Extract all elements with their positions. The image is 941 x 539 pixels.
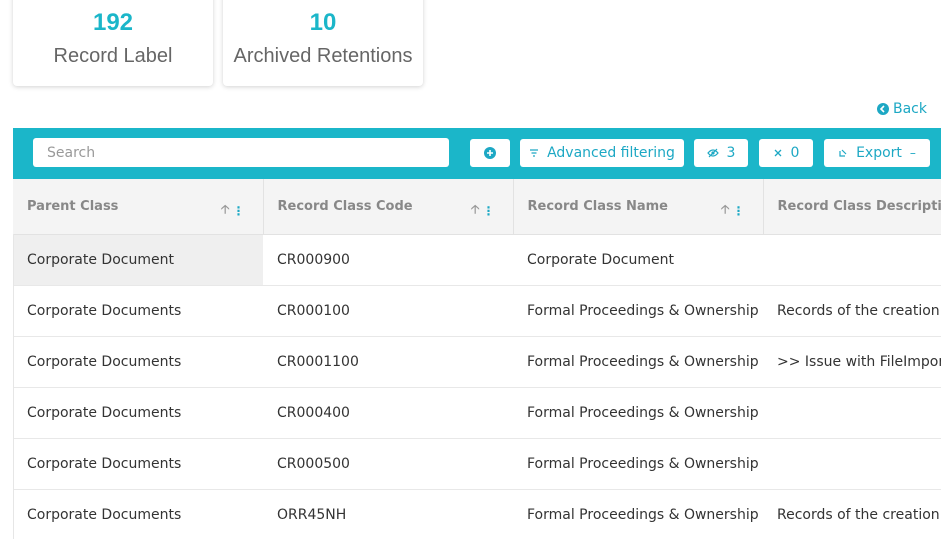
sort-arrow-icon: 🡡 <box>721 200 730 221</box>
cell-record-class-code: CR000400 <box>263 388 513 439</box>
column-header-record-class-name[interactable]: Record Class Name 🡡⋮ <box>513 179 763 235</box>
record-label-title: Record Label <box>13 45 213 68</box>
cell-parent-class: Corporate Documents <box>13 388 263 439</box>
sort-menu[interactable]: 🡡⋮ <box>471 200 495 221</box>
add-button[interactable] <box>470 139 510 167</box>
export-button[interactable]: Export – <box>824 139 930 167</box>
sort-menu[interactable]: 🡡⋮ <box>721 200 745 221</box>
table-row[interactable]: Corporate Documents CR0001100 Formal Pro… <box>13 337 941 388</box>
pin-icon <box>773 148 783 158</box>
cell-record-class-name: Formal Proceedings & Ownership <box>513 337 763 388</box>
cell-record-class-description: Records of the creation a <box>763 490 941 539</box>
column-menu-icon: ⋮ <box>233 204 245 218</box>
back-arrow-icon <box>877 103 889 115</box>
cell-record-class-name: Formal Proceedings & Ownership <box>513 439 763 490</box>
cell-record-class-description: Records of the creation a <box>763 286 941 337</box>
search-input[interactable] <box>33 138 449 167</box>
cell-record-class-name: Formal Proceedings & Ownership <box>513 490 763 539</box>
back-link[interactable]: Back <box>877 101 927 117</box>
column-header-parent-class[interactable]: Parent Class 🡡⋮ <box>13 179 263 235</box>
export-label: Export <box>856 145 902 161</box>
hidden-columns-button[interactable]: 3 <box>694 139 748 167</box>
back-label: Back <box>893 101 927 117</box>
pinned-columns-button[interactable]: 0 <box>759 139 813 167</box>
cell-record-class-name: Formal Proceedings & Ownership <box>513 286 763 337</box>
table-row[interactable]: Corporate Documents CR000100 Formal Proc… <box>13 286 941 337</box>
advanced-filtering-button[interactable]: Advanced filtering <box>520 139 684 167</box>
hidden-columns-count: 3 <box>727 145 736 161</box>
sort-arrow-icon: 🡡 <box>471 200 480 221</box>
archived-retentions-count: 10 <box>223 9 423 37</box>
archived-retentions-card[interactable]: 10 Archived Retentions <box>223 0 423 86</box>
export-icon <box>838 148 848 158</box>
cell-record-class-code: CR000900 <box>263 235 513 286</box>
cell-record-class-code: CR000500 <box>263 439 513 490</box>
cell-record-class-name: Corporate Document <box>513 235 763 286</box>
column-menu-icon: ⋮ <box>483 204 495 218</box>
column-menu-icon: ⋮ <box>733 204 745 218</box>
records-table: Parent Class 🡡⋮ Record Class Code 🡡⋮ Rec… <box>13 179 941 539</box>
record-label-count: 192 <box>13 9 213 37</box>
cell-record-class-description: >> Issue with FileImport - <box>763 337 941 388</box>
cell-parent-class: Corporate Documents <box>13 337 263 388</box>
cell-record-class-code: CR0001100 <box>263 337 513 388</box>
filter-icon <box>529 149 539 157</box>
table-row[interactable]: Corporate Documents CR000400 Formal Proc… <box>13 388 941 439</box>
column-header-record-class-code[interactable]: Record Class Code 🡡⋮ <box>263 179 513 235</box>
cell-record-class-name: Formal Proceedings & Ownership <box>513 388 763 439</box>
pinned-columns-count: 0 <box>791 145 800 161</box>
cell-record-class-code: CR000100 <box>263 286 513 337</box>
sort-menu[interactable]: 🡡⋮ <box>221 200 245 221</box>
cell-parent-class: Corporate Documents <box>13 439 263 490</box>
record-label-card[interactable]: 192 Record Label <box>13 0 213 86</box>
table-header-row: Parent Class 🡡⋮ Record Class Code 🡡⋮ Rec… <box>13 179 941 235</box>
column-header-record-class-description[interactable]: Record Class Description <box>763 179 941 235</box>
cell-record-class-description <box>763 439 941 490</box>
table-toolbar: Advanced filtering 3 0 Export – <box>13 128 941 179</box>
archived-retentions-title: Archived Retentions <box>223 45 423 68</box>
cell-parent-class: Corporate Document <box>13 235 263 286</box>
cell-parent-class: Corporate Documents <box>13 286 263 337</box>
cell-record-class-description <box>763 388 941 439</box>
chevron-down-icon: – <box>910 146 916 160</box>
advanced-filtering-label: Advanced filtering <box>547 145 675 161</box>
cell-parent-class: Corporate Documents <box>13 490 263 539</box>
table-row[interactable]: Corporate Documents ORR45NH Formal Proce… <box>13 490 941 539</box>
table-row[interactable]: Corporate Document CR000900 Corporate Do… <box>13 235 941 286</box>
plus-circle-icon <box>484 147 496 159</box>
table-row[interactable]: Corporate Documents CR000500 Formal Proc… <box>13 439 941 490</box>
cell-record-class-description <box>763 235 941 286</box>
eye-slash-icon <box>707 148 719 158</box>
sort-arrow-icon: 🡡 <box>221 200 230 221</box>
cell-record-class-code: ORR45NH <box>263 490 513 539</box>
